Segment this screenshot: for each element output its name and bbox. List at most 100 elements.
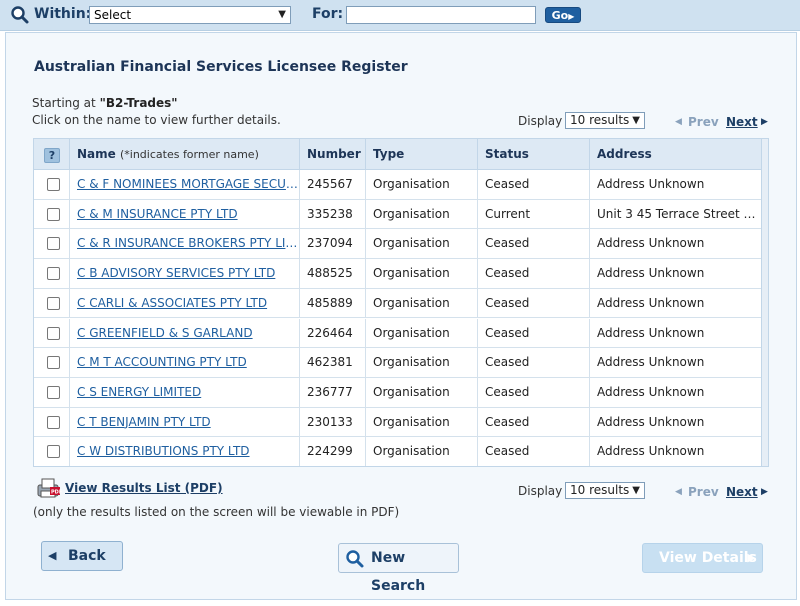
table-row: C W DISTRIBUTIONS PTY LTD 224299 Organisat… [34, 437, 761, 466]
row-status: Ceased [478, 348, 590, 378]
row-type: Organisation [366, 229, 478, 259]
row-address: Address Unknown [597, 266, 705, 281]
header-status[interactable]: Status [478, 139, 590, 170]
table-row: C B ADVISORY SERVICES PTY LTD 488525 Organ… [34, 259, 761, 289]
row-name-link[interactable]: C GREENFIELD & S GARLAND [70, 318, 300, 348]
table-row: C CARLI & ASSOCIATES PTY LTD 485889 Organi… [34, 288, 761, 319]
row-select-cell [34, 348, 70, 378]
row-type: Organisation [366, 348, 478, 378]
row-status: Ceased [478, 437, 590, 466]
view-details-button[interactable]: View Details ▶ [642, 543, 763, 573]
header-address[interactable]: Address [590, 139, 761, 170]
row-checkbox[interactable] [47, 385, 60, 399]
row-address: Address Unknown [597, 355, 705, 370]
search-input[interactable] [346, 6, 536, 24]
view-results-pdf-link[interactable]: View Results List (PDF) [65, 481, 223, 495]
row-checkbox[interactable] [47, 237, 60, 251]
row-address: Address Unknown [597, 444, 705, 459]
row-select-cell [34, 259, 70, 289]
row-number: 485889 [300, 288, 366, 318]
display-select-top[interactable]: 10 results ▼ [565, 112, 645, 129]
prev-link-top[interactable]: Prev [688, 115, 719, 129]
row-type: Organisation [366, 170, 478, 199]
row-name-link[interactable]: C & F NOMINEES MORTGAGE SECURITIES [70, 170, 300, 199]
row-name-link[interactable]: C B ADVISORY SERVICES PTY LTD [70, 259, 300, 289]
table-row: C T BENJAMIN PTY LTD 230133 Organisation Ce… [34, 407, 761, 438]
within-select[interactable]: Select ▼ [89, 6, 291, 24]
next-arrow-icon: ▶ [761, 487, 768, 497]
starting-at-label: Starting at [32, 96, 96, 110]
next-arrow-icon: ▶ [761, 117, 768, 127]
table-row: C & F NOMINEES MORTGAGE SECURITIES 245567… [34, 170, 761, 200]
row-name-link[interactable]: C S ENERGY LIMITED [70, 377, 300, 407]
help-icon[interactable]: ? [44, 148, 60, 163]
row-select-cell [34, 288, 70, 318]
row-address: Address Unknown [597, 384, 705, 399]
chevron-down-icon: ▼ [278, 9, 286, 20]
row-checkbox[interactable] [47, 356, 60, 370]
row-type: Organisation [366, 259, 478, 289]
row-address: Address Unknown [597, 236, 705, 251]
header-type[interactable]: Type [366, 139, 478, 170]
row-select-cell [34, 199, 70, 229]
arrow-left-icon: ◀ [48, 549, 57, 562]
row-type: Organisation [366, 318, 478, 348]
row-name-link[interactable]: C & R INSURANCE BROKERS PTY LIMITED [70, 229, 300, 259]
row-checkbox[interactable] [47, 296, 60, 310]
row-checkbox[interactable] [47, 415, 60, 429]
table-row: C GREENFIELD & S GARLAND 226464 Organisati… [34, 318, 761, 349]
click-hint: Click on the name to view further detail… [32, 113, 281, 127]
go-button-label: Go [551, 9, 569, 22]
chevron-down-icon: ▼ [632, 115, 640, 126]
back-button-label: Back [68, 548, 106, 564]
row-status: Ceased [478, 229, 590, 259]
header-name-sub: (*indicates former name) [119, 148, 259, 161]
go-button[interactable]: Go▶ [545, 7, 581, 23]
table-row: C & M INSURANCE PTY LTD 335238 Organisatio… [34, 199, 761, 230]
row-name-link[interactable]: C T BENJAMIN PTY LTD [70, 407, 300, 437]
header-name[interactable]: Name (*indicates former name) [70, 139, 300, 170]
row-name-link[interactable]: C W DISTRIBUTIONS PTY LTD [70, 437, 300, 466]
display-label-bottom: Display [518, 484, 563, 498]
row-number: 237094 [300, 229, 366, 259]
back-button[interactable]: ◀ Back [41, 541, 123, 571]
row-status: Ceased [478, 318, 590, 348]
page-title: Australian Financial Services Licensee R… [34, 59, 408, 75]
table-row: C S ENERGY LIMITED 236777 Organisation Ceas… [34, 377, 761, 408]
prev-link-bottom[interactable]: Prev [688, 485, 719, 499]
within-select-value: Select [94, 8, 132, 22]
search-bar: Within: Select ▼ For: Go▶ [0, 0, 800, 31]
display-label-top: Display [518, 114, 563, 128]
arrow-right-icon: ▶ [747, 551, 756, 564]
row-checkbox[interactable] [47, 178, 60, 191]
row-type: Organisation [366, 407, 478, 437]
row-name-link[interactable]: C M T ACCOUNTING PTY LTD [70, 348, 300, 378]
next-link-top[interactable]: Next [726, 115, 758, 129]
display-select-bottom[interactable]: 10 results ▼ [565, 482, 645, 499]
new-search-button[interactable]: New Search [338, 543, 459, 594]
row-status: Ceased [478, 407, 590, 437]
for-label: For: [312, 6, 344, 22]
table-scrollbar[interactable] [761, 139, 768, 466]
new-search-button-label: New Search [371, 550, 426, 594]
arrow-right-icon: ▶ [568, 12, 575, 21]
prev-arrow-icon: ◀ [675, 487, 682, 497]
row-number: 462381 [300, 348, 366, 378]
row-checkbox[interactable] [47, 267, 60, 281]
row-name-link[interactable]: C CARLI & ASSOCIATES PTY LTD [70, 288, 300, 318]
row-status: Current [478, 199, 590, 229]
row-checkbox[interactable] [47, 207, 60, 221]
row-type: Organisation [366, 377, 478, 407]
prev-arrow-icon: ◀ [675, 117, 682, 127]
next-link-bottom[interactable]: Next [726, 485, 758, 499]
row-number: 230133 [300, 407, 366, 437]
row-checkbox[interactable] [47, 445, 60, 459]
row-select-cell [34, 377, 70, 407]
row-address: Unit 3 45 Terrace Street TOOWONG [597, 206, 761, 221]
row-name-link[interactable]: C & M INSURANCE PTY LTD [70, 199, 300, 229]
table-header: ? Name (*indicates former name) Number T… [34, 139, 768, 170]
row-checkbox[interactable] [47, 326, 60, 340]
header-number[interactable]: Number [300, 139, 366, 170]
pdf-document-icon: PDF [36, 477, 62, 502]
row-number: 245567 [300, 170, 366, 199]
